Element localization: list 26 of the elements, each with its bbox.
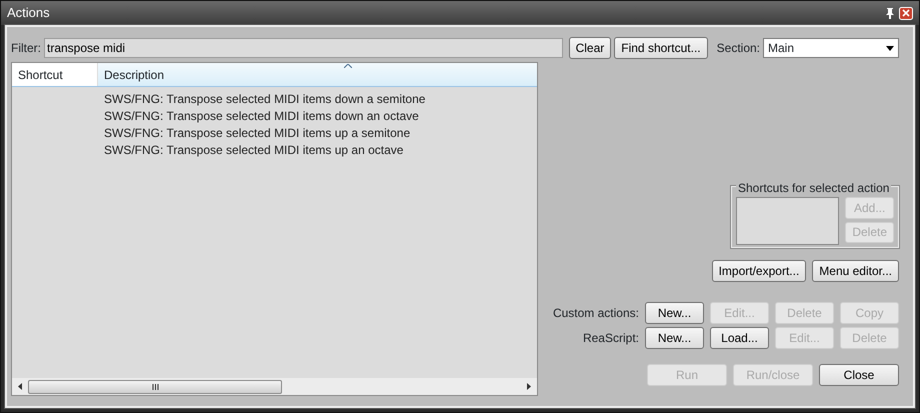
filter-label: Filter: (11, 40, 41, 57)
action-description[interactable]: SWS/FNG: Transpose selected MIDI items up a semitone (104, 124, 410, 142)
filter-field[interactable]: transpose midi (44, 38, 563, 58)
dialog-button[interactable]: Close (819, 364, 899, 386)
toolbar-button[interactable]: Find shortcut... (614, 37, 708, 59)
tool-button[interactable]: Import/export... (712, 260, 806, 282)
toolbar-button[interactable]: Clear (568, 37, 612, 59)
section-label: Section: (716, 40, 760, 57)
column-header[interactable]: Description (98, 63, 537, 86)
action-button[interactable]: New... (645, 302, 704, 324)
dropdown-arrow-icon (886, 46, 894, 50)
section-dropdown[interactable]: Main (763, 38, 899, 58)
action-description[interactable]: SWS/FNG: Transpose selected MIDI items down an octave (104, 106, 419, 124)
row-label: Custom actions: (552, 305, 639, 322)
horizontal-scrollbar[interactable] (12, 378, 537, 395)
action-description[interactable]: SWS/FNG: Transpose selected MIDI items up an octave (104, 140, 404, 158)
row-label: ReaScript: (582, 330, 639, 347)
tool-button[interactable]: Menu editor... (812, 260, 899, 282)
close-icon[interactable] (899, 6, 913, 20)
action-button[interactable]: New... (645, 327, 704, 349)
action-description[interactable]: SWS/FNG: Transpose selected MIDI items down a semitone (104, 90, 426, 108)
action-button[interactable]: Load... (710, 327, 769, 349)
window-title: Actions (7, 4, 50, 22)
pin-icon[interactable] (884, 7, 896, 19)
sort-ascending-icon (344, 64, 352, 68)
scrollbar-thumb[interactable] (28, 380, 282, 394)
